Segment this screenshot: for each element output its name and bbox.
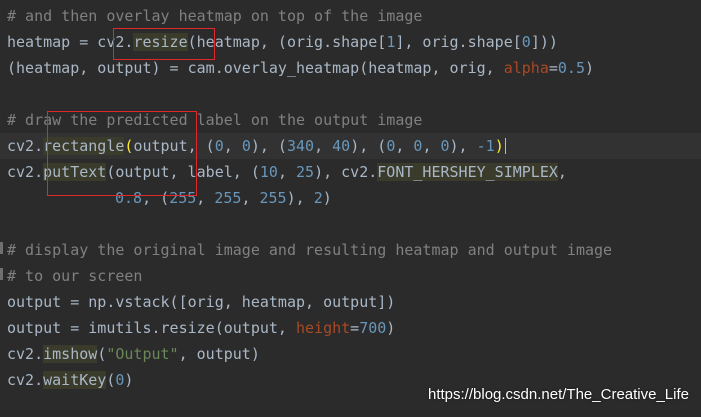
code-token: height <box>295 319 351 337</box>
code-token: ), <box>449 137 477 155</box>
code-token: 0 <box>241 137 251 155</box>
code-token: cv2. <box>7 163 44 181</box>
code-token: 25 <box>296 163 315 181</box>
text-caret <box>504 138 506 154</box>
code-token: ], orig.shape[ <box>395 33 522 51</box>
code-token: , <box>422 137 441 155</box>
code-token: , <box>196 189 215 207</box>
code-token: 700 <box>359 319 387 337</box>
annotation-box <box>47 111 197 196</box>
code-token: 0 <box>521 33 531 51</box>
code-token: , output) <box>178 345 260 363</box>
code-token: waitKey <box>43 371 107 389</box>
code-token: , <box>277 163 296 181</box>
code-token: imshow <box>43 345 98 363</box>
code-token: 0.5 <box>557 59 585 77</box>
code-line[interactable]: # to our screen <box>0 263 701 289</box>
code-line[interactable]: cv2.imshow("Output", output) <box>0 341 701 367</box>
code-token: alpha <box>503 59 549 77</box>
code-line[interactable]: # display the original image and resulti… <box>0 237 701 263</box>
watermark: https://blog.csdn.net/The_Creative_Life <box>428 386 689 403</box>
code-token: # and then overlay heatmap on top of the… <box>7 7 423 25</box>
code-token: cv2. <box>7 371 44 389</box>
code-token: ( <box>97 345 107 363</box>
code-token: , <box>314 137 333 155</box>
code-token: ), <box>286 189 314 207</box>
code-token: ) <box>124 371 134 389</box>
code-token: 0 <box>440 137 450 155</box>
code-token: cv2. <box>7 137 44 155</box>
code-token: # display the original image and resulti… <box>7 241 613 259</box>
code-token: 10 <box>259 163 278 181</box>
code-token: 255 <box>259 189 287 207</box>
code-token: = <box>350 319 360 337</box>
code-token: ])) <box>530 33 558 51</box>
code-token: ) <box>584 59 595 77</box>
code-token: # to our screen <box>7 267 143 285</box>
code-line[interactable] <box>0 81 701 107</box>
code-token: ) <box>386 319 396 337</box>
code-token: cv2. <box>7 345 44 363</box>
code-token: ) <box>322 189 332 207</box>
code-line[interactable]: heatmap = cv2.resize(heatmap, (orig.shap… <box>0 29 701 55</box>
fold-marker[interactable] <box>0 242 3 254</box>
code-line[interactable] <box>0 211 701 237</box>
code-editor[interactable]: # and then overlay heatmap on top of the… <box>0 0 701 417</box>
code-token: = <box>548 59 558 77</box>
code-token: -1 <box>476 137 495 155</box>
code-token: 0 <box>386 137 396 155</box>
code-token: ), cv2. <box>314 163 378 181</box>
code-token: , <box>223 137 242 155</box>
code-line[interactable]: output = imutils.resize(output, height=7… <box>0 315 701 341</box>
code-token: ), ( <box>250 137 287 155</box>
code-token: "Output" <box>106 345 179 363</box>
code-token: 340 <box>286 137 315 155</box>
code-token: , <box>395 137 414 155</box>
code-token: output = np.vstack([orig, heatmap, outpu… <box>7 293 396 311</box>
code-token: ) <box>494 137 504 155</box>
code-token: 0 <box>214 137 224 155</box>
fold-marker[interactable] <box>0 268 3 280</box>
code-token: 255 <box>214 189 242 207</box>
code-token: (heatmap, output) = cam.overlay_heatmap(… <box>7 59 504 77</box>
code-line[interactable]: # and then overlay heatmap on top of the… <box>0 3 701 29</box>
annotation-box <box>113 28 215 60</box>
code-token: , <box>241 189 260 207</box>
code-token: 2 <box>313 189 323 207</box>
code-token: output = imutils.resize(output, <box>7 319 296 337</box>
code-token: 1 <box>386 33 396 51</box>
code-token: ), ( <box>350 137 387 155</box>
code-line[interactable]: (heatmap, output) = cam.overlay_heatmap(… <box>0 55 701 81</box>
code-token: 40 <box>332 137 351 155</box>
code-token: (heatmap, (orig.shape[ <box>187 33 387 51</box>
code-line[interactable]: output = np.vstack([orig, heatmap, outpu… <box>0 289 701 315</box>
code-token: FONT_HERSHEY_SIMPLEX <box>377 163 558 181</box>
code-token: , <box>557 163 567 181</box>
